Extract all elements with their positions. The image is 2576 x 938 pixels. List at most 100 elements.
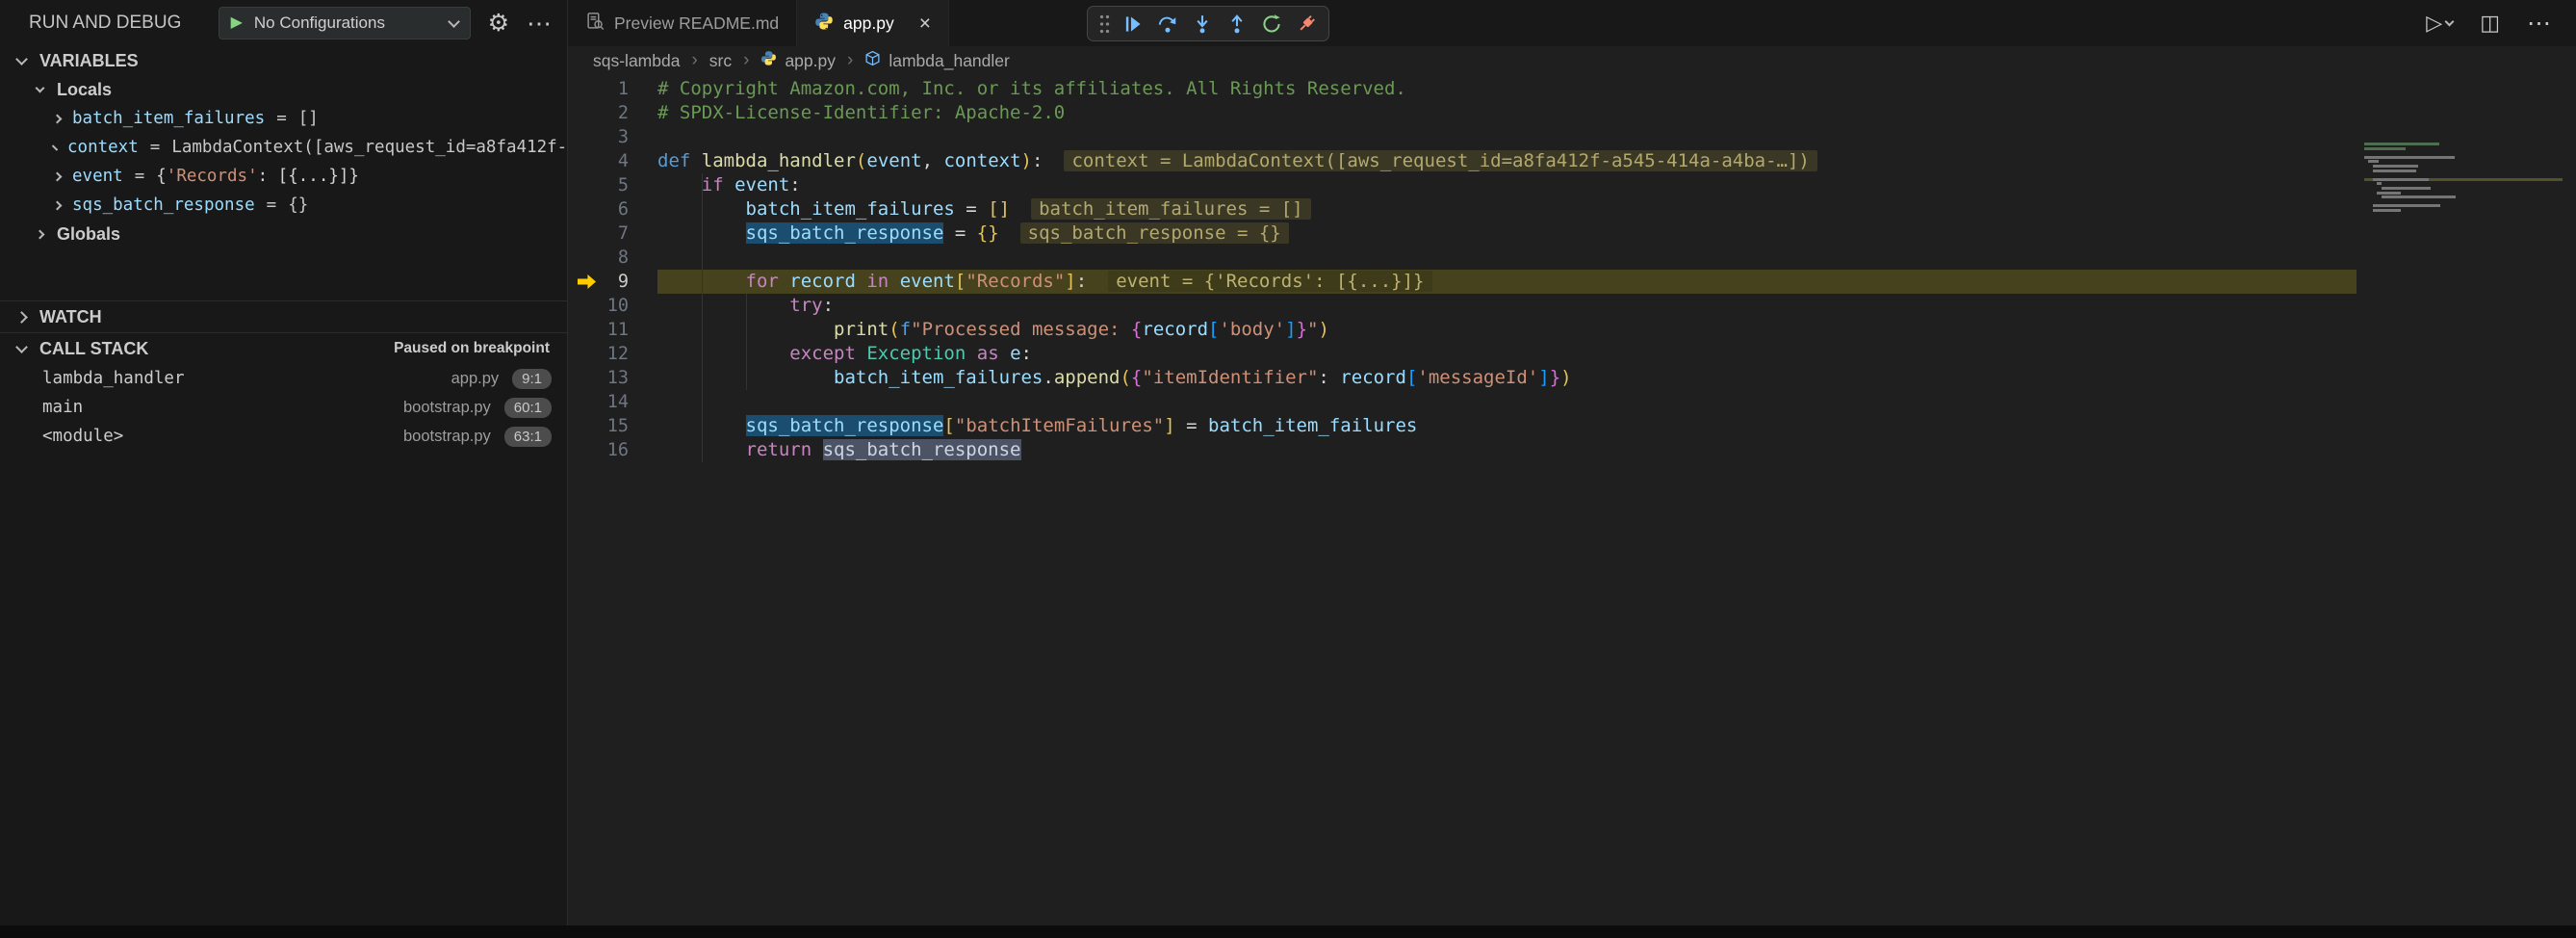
code-text[interactable]: # SPDX-License-Identifier: Apache-2.0 (657, 101, 2357, 125)
line-number[interactable]: 5 (568, 173, 657, 197)
line-number[interactable]: 16 (568, 438, 657, 462)
code-text[interactable]: except Exception as e: (657, 342, 2357, 366)
variable-row[interactable]: context=LambdaContext([aws_request_id=a8… (0, 133, 567, 162)
code-line[interactable]: 2# SPDX-License-Identifier: Apache-2.0 (568, 101, 2357, 125)
gutter[interactable]: 5 (568, 173, 657, 197)
code-line[interactable]: 15 sqs_batch_response["batchItemFailures… (568, 414, 2357, 438)
watch-section-header[interactable]: WATCH (0, 301, 567, 332)
gutter[interactable]: 4 (568, 149, 657, 173)
line-number[interactable]: 4 (568, 149, 657, 173)
code-line[interactable]: 13 batch_item_failures.append({"itemIden… (568, 366, 2357, 390)
variable-row[interactable]: event={'Records': [{...}]} (0, 162, 567, 191)
gear-icon[interactable]: ⚙ (488, 12, 509, 36)
line-number[interactable]: 7 (568, 221, 657, 246)
line-number[interactable]: 13 (568, 366, 657, 390)
disconnect-button[interactable] (1290, 10, 1323, 39)
code-line[interactable]: 10 try: (568, 294, 2357, 318)
gutter[interactable]: 1 (568, 77, 657, 101)
call-stack-frame[interactable]: lambda_handlerapp.py9:1 (0, 364, 567, 393)
split-editor-icon[interactable]: ◫ (2480, 11, 2500, 36)
code-text[interactable]: return sqs_batch_response (657, 438, 2357, 462)
code-line[interactable]: 1# Copyright Amazon.com, Inc. or its aff… (568, 77, 2357, 101)
line-number[interactable]: 15 (568, 414, 657, 438)
minimap[interactable] (2357, 143, 2563, 214)
code-text[interactable]: if event: (657, 173, 2357, 197)
call-stack-frame[interactable]: <module>bootstrap.py63:1 (0, 422, 567, 451)
code-text[interactable]: def lambda_handler(event, context):conte… (657, 149, 2357, 173)
code-text[interactable] (657, 246, 2357, 270)
gutter[interactable]: 6 (568, 197, 657, 221)
gutter[interactable]: 15 (568, 414, 657, 438)
call-stack-section-header[interactable]: CALL STACK Paused on breakpoint (0, 333, 567, 364)
call-stack-list: lambda_handlerapp.py9:1mainbootstrap.py6… (0, 364, 567, 451)
line-number[interactable]: 6 (568, 197, 657, 221)
code-line[interactable]: 8 (568, 246, 2357, 270)
gutter[interactable]: 3 (568, 125, 657, 149)
variable-row[interactable]: sqs_batch_response={} (0, 191, 567, 220)
start-debug-icon[interactable]: ▶ (231, 15, 243, 31)
debug-config-dropdown[interactable]: ▶ No Configurations (219, 7, 471, 39)
code-text[interactable]: # Copyright Amazon.com, Inc. or its affi… (657, 77, 2357, 101)
gutter[interactable]: 2 (568, 101, 657, 125)
code-line[interactable]: 9 for record in event["Records"]:event =… (568, 270, 2357, 294)
gutter[interactable]: 16 (568, 438, 657, 462)
line-number[interactable]: 11 (568, 318, 657, 342)
breadcrumb-item[interactable]: lambda_handler (864, 50, 1010, 71)
locals-scope[interactable]: Locals (0, 75, 567, 104)
line-number[interactable]: 3 (568, 125, 657, 149)
code-line[interactable]: 11 print(f"Processed message: {record['b… (568, 318, 2357, 342)
variables-section-header[interactable]: VARIABLES (0, 46, 567, 75)
gutter[interactable]: 10 (568, 294, 657, 318)
line-number[interactable]: 12 (568, 342, 657, 366)
gutter[interactable]: 12 (568, 342, 657, 366)
code-text[interactable]: for record in event["Records"]:event = {… (657, 270, 2357, 294)
gutter[interactable]: 9 (568, 270, 657, 294)
code-line[interactable]: 7 sqs_batch_response = {}sqs_batch_respo… (568, 221, 2357, 246)
line-number[interactable]: 2 (568, 101, 657, 125)
globals-scope[interactable]: Globals (0, 220, 567, 248)
gutter[interactable]: 13 (568, 366, 657, 390)
breadcrumb-item[interactable]: app.py (760, 50, 836, 71)
tab-preview-readme[interactable]: Preview README.md (568, 0, 797, 46)
code-line[interactable]: 16 return sqs_batch_response (568, 438, 2357, 462)
code-line[interactable]: 5 if event: (568, 173, 2357, 197)
code-line[interactable]: 4def lambda_handler(event, context):cont… (568, 149, 2357, 173)
restart-button[interactable] (1255, 10, 1288, 39)
run-python-file-button[interactable]: ▷ (2426, 11, 2453, 36)
breadcrumb-item[interactable]: sqs-lambda (593, 51, 680, 71)
code-text[interactable] (657, 390, 2357, 414)
chevron-right-icon (53, 171, 63, 181)
line-number[interactable]: 1 (568, 77, 657, 101)
gutter[interactable]: 8 (568, 246, 657, 270)
code-text[interactable]: sqs_batch_response["batchItemFailures"] … (657, 414, 2357, 438)
line-number[interactable]: 10 (568, 294, 657, 318)
code-line[interactable]: 14 (568, 390, 2357, 414)
code-editor[interactable]: 1# Copyright Amazon.com, Inc. or its aff… (568, 75, 2576, 938)
gutter[interactable]: 7 (568, 221, 657, 246)
breadcrumb-item[interactable]: src (709, 51, 732, 71)
continue-button[interactable] (1117, 10, 1149, 39)
more-actions-icon[interactable]: ⋯ (2527, 9, 2551, 38)
code-line[interactable]: 6 batch_item_failures = []batch_item_fai… (568, 197, 2357, 221)
line-number[interactable]: 8 (568, 246, 657, 270)
gutter[interactable]: 14 (568, 390, 657, 414)
code-text[interactable]: try: (657, 294, 2357, 318)
variable-row[interactable]: batch_item_failures=[] (0, 104, 567, 133)
more-actions-icon[interactable]: ⋯ (527, 11, 552, 36)
call-stack-frame[interactable]: mainbootstrap.py60:1 (0, 393, 567, 422)
step-over-button[interactable] (1151, 10, 1184, 39)
step-out-button[interactable] (1221, 10, 1253, 39)
line-number[interactable]: 14 (568, 390, 657, 414)
gutter[interactable]: 11 (568, 318, 657, 342)
code-text[interactable] (657, 125, 2357, 149)
code-text[interactable]: batch_item_failures.append({"itemIdentif… (657, 366, 2357, 390)
close-icon[interactable]: × (919, 13, 931, 34)
tab-app-py[interactable]: app.py × (797, 0, 949, 46)
code-line[interactable]: 3 (568, 125, 2357, 149)
code-text[interactable]: print(f"Processed message: {record['body… (657, 318, 2357, 342)
drag-handle-icon[interactable] (1094, 10, 1115, 39)
code-line[interactable]: 12 except Exception as e: (568, 342, 2357, 366)
code-text[interactable]: batch_item_failures = []batch_item_failu… (657, 197, 2357, 221)
code-text[interactable]: sqs_batch_response = {}sqs_batch_respons… (657, 221, 2357, 246)
step-into-button[interactable] (1186, 10, 1219, 39)
